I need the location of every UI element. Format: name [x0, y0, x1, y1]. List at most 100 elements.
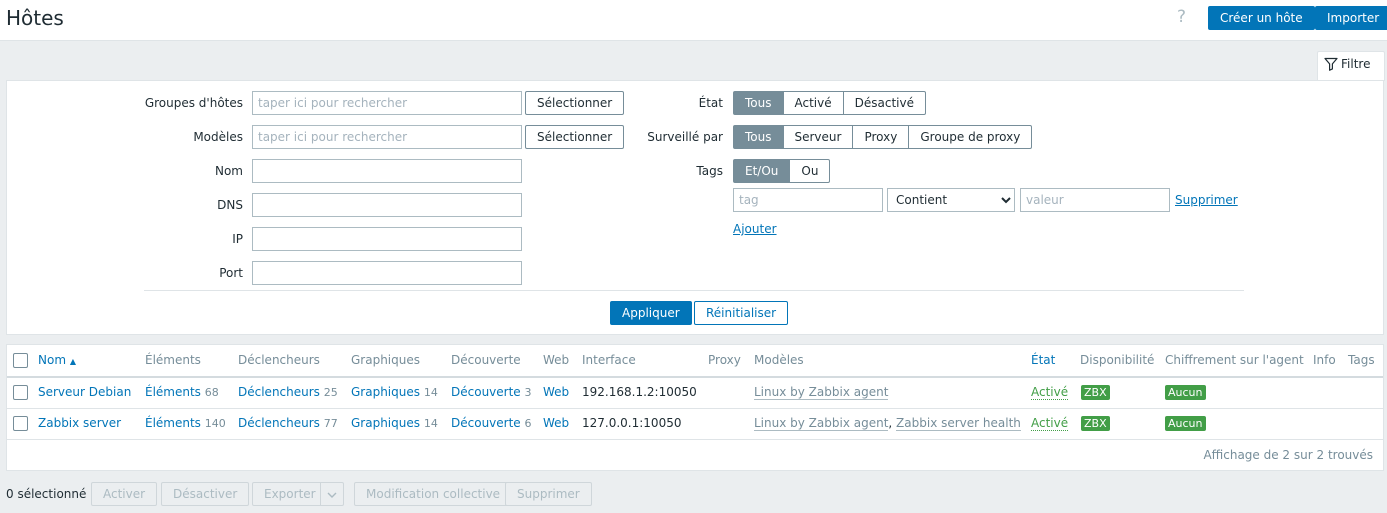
column-name-label: Nom — [38, 353, 67, 367]
encryption-cell: Aucun — [1165, 385, 1206, 400]
filter-icon — [1324, 57, 1338, 71]
template-link[interactable]: Linux by Zabbix agent — [754, 416, 889, 431]
enable-button[interactable]: Activer — [91, 482, 158, 506]
host-name-link[interactable]: Serveur Debian — [38, 385, 131, 399]
row-separator — [7, 408, 1383, 409]
disable-button[interactable]: Désactiver — [161, 482, 250, 506]
monitored-by-option-all[interactable]: Tous — [733, 125, 784, 149]
header-separator — [7, 376, 1383, 378]
discovery-link[interactable]: Découverte — [451, 416, 521, 430]
ip-input[interactable] — [252, 227, 522, 251]
graphs-link[interactable]: Graphiques — [351, 416, 420, 430]
hosts-table: Nom ▲ Éléments Déclencheurs Graphiques D… — [6, 344, 1384, 471]
column-discovery: Découverte — [451, 353, 521, 367]
triggers-link[interactable]: Déclencheurs — [238, 385, 320, 399]
templates-input[interactable] — [252, 125, 522, 149]
items-count: 140 — [204, 417, 226, 430]
availability-cell: ZBX — [1081, 385, 1110, 400]
selected-count: 0 sélectionné — [6, 487, 87, 501]
items-link[interactable]: Éléments — [145, 416, 201, 430]
discovery-cell: Découverte 6 — [451, 416, 532, 430]
zbx-availability-badge: ZBX — [1081, 416, 1110, 431]
monitored-by-option-proxy[interactable]: Proxy — [852, 125, 910, 149]
tag-input[interactable] — [733, 188, 883, 212]
dns-input[interactable] — [252, 193, 522, 217]
graphs-count: 14 — [423, 417, 438, 430]
state-cell: Activé — [1031, 385, 1069, 400]
page-header: Hôtes ? Créer un hôte Importer — [0, 0, 1387, 41]
column-tags: Tags — [1348, 353, 1375, 367]
chevron-down-icon — [327, 492, 337, 498]
triggers-link[interactable]: Déclencheurs — [238, 416, 320, 430]
tags-option-or[interactable]: Ou — [789, 159, 831, 183]
graphs-link[interactable]: Graphiques — [351, 385, 420, 399]
column-templates: Modèles — [754, 353, 804, 367]
tag-value-input[interactable] — [1020, 188, 1170, 212]
state-option-enabled[interactable]: Activé — [782, 91, 844, 115]
mass-update-button[interactable]: Modification collective — [354, 482, 513, 506]
host-groups-label: Groupes d'hôtes — [144, 96, 243, 110]
host-name-link[interactable]: Zabbix server — [38, 416, 121, 430]
state-toggle-link[interactable]: Activé — [1031, 385, 1069, 400]
filter-tab[interactable]: Filtre — [1317, 51, 1385, 81]
row-checkbox[interactable] — [13, 416, 28, 431]
items-count: 68 — [204, 386, 219, 399]
row-checkbox[interactable] — [13, 385, 28, 400]
column-encryption: Chiffrement sur l'agent — [1165, 353, 1304, 367]
tags-option-and-or[interactable]: Et/Ou — [733, 159, 791, 183]
triggers-cell: Déclencheurs 25 — [238, 385, 338, 399]
help-icon[interactable]: ? — [1177, 7, 1186, 27]
tag-operator-select[interactable]: Contient — [887, 188, 1015, 212]
interface-cell: 192.168.1.2:10050 — [582, 385, 697, 399]
graphs-count: 14 — [423, 386, 438, 399]
tags-label: Tags — [696, 164, 723, 178]
port-input[interactable] — [252, 261, 522, 285]
web-link[interactable]: Web — [543, 385, 569, 399]
template-separator: , — [888, 416, 897, 430]
reset-button[interactable]: Réinitialiser — [694, 301, 789, 325]
export-button[interactable]: Exporter — [252, 482, 328, 506]
monitored-by-option-proxy-group[interactable]: Groupe de proxy — [908, 125, 1033, 149]
delete-button[interactable]: Supprimer — [505, 482, 592, 506]
zbx-availability-badge: ZBX — [1081, 385, 1110, 400]
add-tag-link[interactable]: Ajouter — [733, 222, 777, 236]
column-name[interactable]: Nom ▲ — [38, 353, 76, 367]
template-link[interactable]: Zabbix server health — [896, 416, 1021, 431]
column-proxy: Proxy — [708, 353, 741, 367]
discovery-cell: Découverte 3 — [451, 385, 532, 399]
graphs-cell: Graphiques 14 — [351, 385, 438, 399]
import-button[interactable]: Importer — [1315, 6, 1387, 30]
state-option-all[interactable]: Tous — [733, 91, 784, 115]
triggers-cell: Déclencheurs 77 — [238, 416, 338, 430]
templates-cell: Linux by Zabbix agent, Zabbix server hea… — [754, 416, 1021, 431]
state-label: État — [698, 96, 723, 110]
state-toggle-link[interactable]: Activé — [1031, 416, 1069, 431]
name-input[interactable] — [252, 159, 522, 183]
monitored-by-segmented: Tous Serveur Proxy Groupe de proxy — [733, 125, 1033, 149]
template-link[interactable]: Linux by Zabbix agent — [754, 385, 889, 400]
page-title: Hôtes — [6, 6, 64, 30]
monitored-by-option-server[interactable]: Serveur — [782, 125, 854, 149]
select-all-checkbox[interactable] — [13, 353, 28, 368]
row-separator — [7, 439, 1383, 440]
state-option-disabled[interactable]: Désactivé — [842, 91, 926, 115]
items-cell: Éléments 140 — [145, 416, 226, 430]
encryption-badge: Aucun — [1165, 385, 1206, 400]
export-dropdown-button[interactable] — [320, 482, 344, 506]
availability-cell: ZBX — [1081, 416, 1110, 431]
discovery-link[interactable]: Découverte — [451, 385, 521, 399]
create-host-button[interactable]: Créer un hôte — [1208, 6, 1315, 30]
templates-cell: Linux by Zabbix agent — [754, 385, 889, 400]
column-graphs: Graphiques — [351, 353, 420, 367]
filter-divider — [144, 290, 1244, 291]
items-link[interactable]: Éléments — [145, 385, 201, 399]
apply-button[interactable]: Appliquer — [610, 301, 692, 325]
remove-tag-link[interactable]: Supprimer — [1175, 193, 1238, 207]
column-items: Éléments — [145, 353, 201, 367]
web-link[interactable]: Web — [543, 416, 569, 430]
host-groups-input[interactable] — [252, 91, 522, 115]
column-state[interactable]: État — [1031, 353, 1055, 367]
column-info: Info — [1313, 353, 1336, 367]
column-web: Web — [543, 353, 570, 367]
column-triggers: Déclencheurs — [238, 353, 320, 367]
